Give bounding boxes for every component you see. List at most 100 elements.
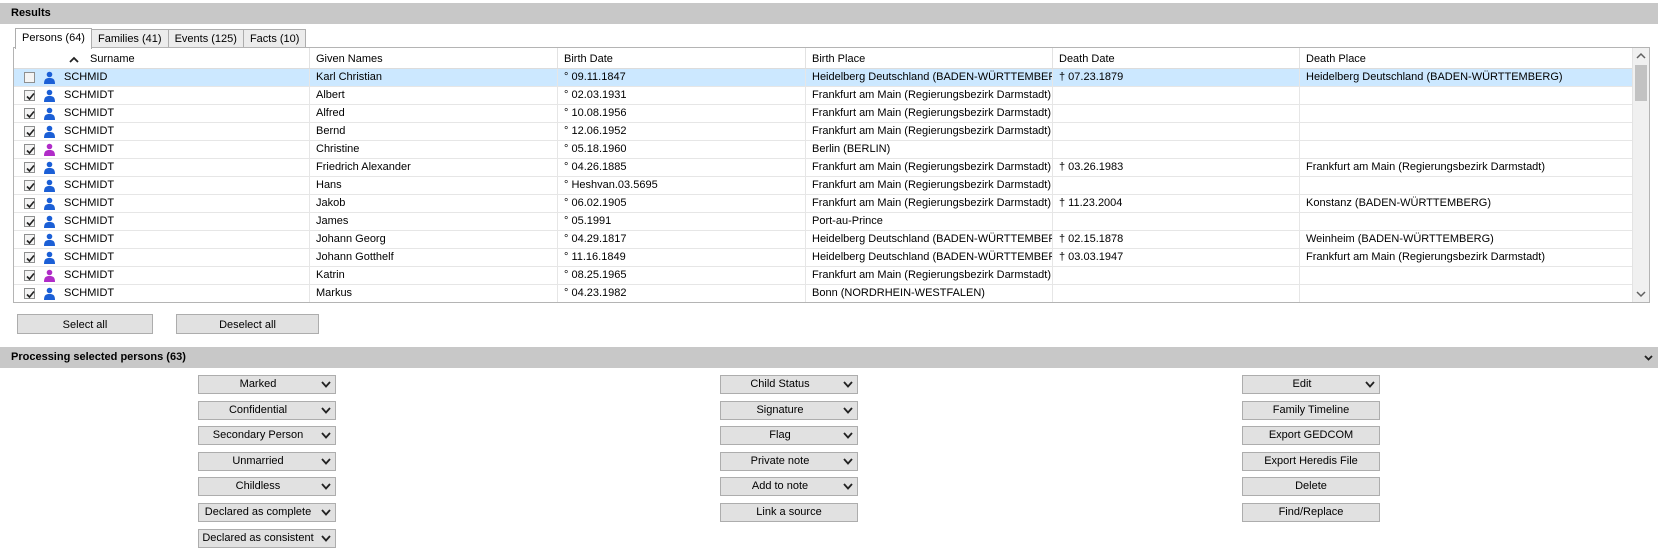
link-a-source-button[interactable]: Link a source	[720, 503, 858, 522]
cell-birth-date: ° Heshvan.03.5695	[558, 177, 806, 194]
table-row[interactable]: SCHMIDT Hans ° Heshvan.03.5695 Frankfurt am…	[14, 177, 1634, 195]
row-checkbox[interactable]	[24, 234, 35, 245]
cell-death-place: Frankfurt am Main (Regierungsbezirk Darm…	[1306, 251, 1546, 263]
column-surname[interactable]: Surname	[64, 48, 310, 68]
confidential-dropdown[interactable]: Confidential	[198, 400, 336, 420]
family-timeline-button[interactable]: Family Timeline	[1242, 400, 1380, 420]
cell-death-place	[1300, 141, 1634, 158]
row-checkbox[interactable]	[24, 144, 35, 155]
male-person-icon	[44, 251, 55, 264]
tab-events[interactable]: Events (125)	[167, 29, 244, 49]
sort-ascending-icon[interactable]	[69, 56, 79, 63]
vertical-scrollbar[interactable]	[1632, 48, 1649, 302]
processing-title: Processing selected persons (63)	[11, 351, 186, 363]
scroll-down-icon[interactable]	[1636, 290, 1646, 298]
table-row[interactable]: SCHMIDT Christine ° 05.18.1960 Berlin (BERL…	[14, 141, 1634, 159]
table-row[interactable]: SCHMIDT Markus ° 04.23.1982 Bonn (NORDRHEIN…	[14, 285, 1634, 302]
cell-given-names: Friedrich Alexander	[310, 159, 558, 176]
declared-as-consistent-dropdown[interactable]: Declared as consistent	[198, 528, 336, 548]
dropdown-arrow-icon	[1365, 381, 1375, 388]
processing-header[interactable]: Processing selected persons (63)	[0, 347, 1658, 368]
confidential-label: Confidential	[228, 403, 288, 416]
persons-grid[interactable]: Surname Given Names Birth Date Birth Pla…	[13, 47, 1650, 303]
dropdown-arrow-icon	[321, 483, 331, 491]
cell-birth-date: ° 11.16.1849	[558, 249, 806, 266]
export-heredis-file-button[interactable]: Export Heredis File	[1242, 451, 1380, 471]
cell-birth-place: Frankfurt am Main (Regierungsbezirk Darm…	[806, 195, 1053, 212]
table-row[interactable]: SCHMIDT Albert ° 02.03.1931 Frankfurt am Ma…	[14, 87, 1634, 105]
flag-dropdown[interactable]: Flag	[720, 426, 858, 446]
column-death-date[interactable]: Death Date	[1053, 48, 1300, 68]
row-checkbox[interactable]	[24, 108, 35, 119]
row-checkbox[interactable]	[24, 90, 35, 101]
edit-dropdown[interactable]: Edit	[1242, 375, 1380, 394]
table-row[interactable]: SCHMIDT Jakob ° 06.02.1905 Frankfurt am Mai…	[14, 195, 1634, 213]
table-row[interactable]: SCHMIDT James ° 05.1991 Port-au-Prince	[14, 213, 1634, 231]
row-checkbox[interactable]	[24, 270, 35, 281]
column-given-names[interactable]: Given Names	[310, 48, 558, 68]
unmarried-label: Unmarried	[232, 454, 284, 467]
row-checkbox[interactable]	[24, 180, 35, 191]
scroll-thumb[interactable]	[1635, 65, 1647, 101]
add-to-note-dropdown[interactable]: Add to note	[720, 477, 858, 497]
delete-button[interactable]: Delete	[1242, 477, 1380, 497]
child-status-label: Child Status	[750, 378, 810, 390]
cell-given-names: Christine	[310, 141, 558, 158]
column-birth-date[interactable]: Birth Date	[558, 48, 806, 68]
deselect-all-button[interactable]: Deselect all	[176, 314, 319, 334]
tab-facts[interactable]: Facts (10)	[242, 29, 307, 49]
row-checkbox[interactable]	[24, 216, 35, 227]
checkmark-icon	[26, 290, 35, 299]
row-checkbox[interactable]	[24, 72, 35, 83]
row-checkbox[interactable]	[24, 126, 35, 137]
row-checkbox[interactable]	[24, 198, 35, 209]
table-row[interactable]: SCHMIDT Katrin ° 08.25.1965 Frankfurt am Ma…	[14, 267, 1634, 285]
male-person-icon	[44, 107, 55, 120]
cell-birth-place: Frankfurt am Main (Regierungsbezirk Darm…	[806, 105, 1053, 122]
cell-surname: SCHMIDT	[64, 105, 310, 122]
cell-given-names: James	[310, 213, 558, 230]
row-checkbox[interactable]	[24, 162, 35, 173]
column-death-place[interactable]: Death Place	[1300, 48, 1634, 68]
find-replace-button[interactable]: Find/Replace	[1242, 503, 1380, 522]
cell-birth-date: ° 12.06.1952	[558, 123, 806, 140]
signature-dropdown[interactable]: Signature	[720, 400, 858, 420]
secondary-person-dropdown[interactable]: Secondary Person	[198, 426, 336, 446]
tab-families[interactable]: Families (41)	[90, 29, 169, 49]
export-gedcom-button[interactable]: Export GEDCOM	[1242, 426, 1380, 446]
row-checkbox[interactable]	[24, 252, 35, 263]
female-person-icon	[44, 143, 55, 156]
table-row[interactable]: SCHMIDT Bernd ° 12.06.1952 Frankfurt am Mai…	[14, 123, 1634, 141]
cell-surname: SCHMIDT	[64, 249, 310, 266]
marked-dropdown[interactable]: Marked	[198, 375, 336, 394]
column-death-place-label: Death Place	[1306, 53, 1366, 65]
table-row[interactable]: SCHMIDT Friedrich Alexander ° 04.26.1885 Fr…	[14, 159, 1634, 177]
column-birth-place[interactable]: Birth Place	[806, 48, 1053, 68]
child-status-dropdown[interactable]: Child Status	[720, 375, 858, 394]
checkmark-icon	[26, 254, 35, 263]
female-person-icon	[44, 269, 55, 282]
cell-birth-date: ° 08.25.1965	[558, 267, 806, 284]
tab-persons[interactable]: Persons (64)	[15, 28, 92, 49]
table-row[interactable]: SCHMIDT Johann Georg ° 04.29.1817 Heidelber…	[14, 231, 1634, 249]
cell-surname: SCHMIDT	[64, 123, 310, 140]
dropdown-arrow-icon	[843, 432, 853, 440]
chevron-down-icon[interactable]	[1643, 352, 1654, 363]
row-checkbox[interactable]	[24, 288, 35, 299]
male-person-icon	[44, 215, 55, 228]
cell-birth-place: Heidelberg Deutschland (BADEN-WÜRTTEMBER…	[806, 231, 1053, 248]
unmarried-dropdown[interactable]: Unmarried	[198, 451, 336, 471]
table-row[interactable]: SCHMIDT Johann Gotthelf ° 11.16.1849 Heidel…	[14, 249, 1634, 267]
scroll-up-icon[interactable]	[1636, 52, 1646, 60]
select-all-button[interactable]: Select all	[17, 314, 153, 334]
private-note-dropdown[interactable]: Private note	[720, 451, 858, 471]
childless-dropdown[interactable]: Childless	[198, 477, 336, 497]
column-given-names-label: Given Names	[316, 53, 383, 65]
private-note-label: Private note	[750, 454, 810, 467]
cell-given-names: Karl Christian	[310, 69, 558, 86]
declared-as-complete-dropdown[interactable]: Declared as complete	[198, 503, 336, 522]
table-row[interactable]: SCHMIDT Alfred ° 10.08.1956 Frankfurt am Ma…	[14, 105, 1634, 123]
dropdown-arrow-icon	[321, 534, 331, 542]
cell-birth-place: Heidelberg Deutschland (BADEN-WÜRTTEMBER…	[806, 69, 1053, 86]
table-row[interactable]: SCHMID Karl Christian ° 09.11.1847 Heidelbe…	[14, 69, 1634, 87]
